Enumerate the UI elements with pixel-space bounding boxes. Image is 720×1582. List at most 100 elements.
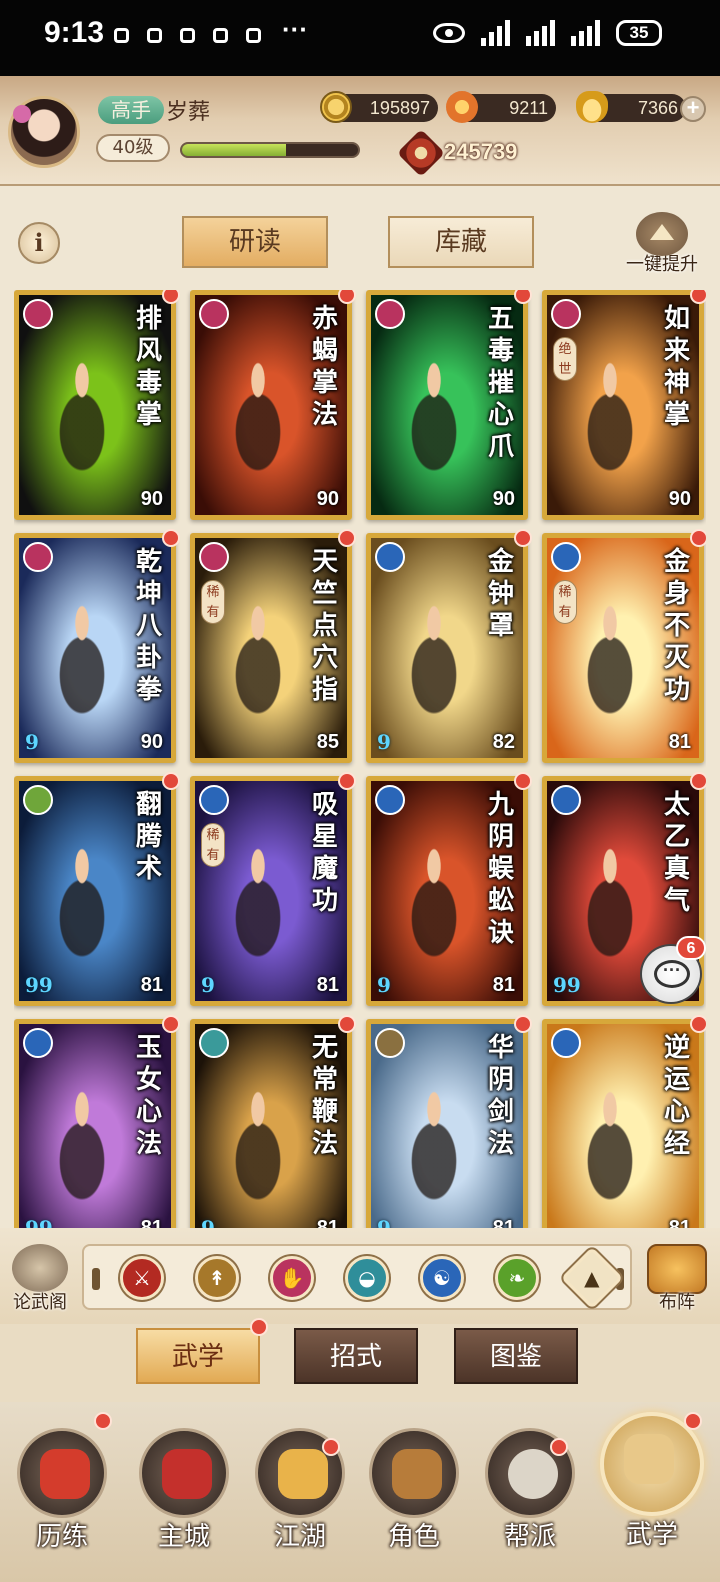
school-badge-icon — [199, 299, 229, 329]
sword-filter-icon[interactable]: ⚔ — [120, 1256, 164, 1300]
martial-art-card[interactable]: 翻腾术 81 99 — [14, 776, 176, 1006]
tab-atlas[interactable]: 图鉴 — [454, 1328, 578, 1384]
martial-art-card[interactable]: 如来神掌 90 绝世 — [542, 290, 704, 520]
xp-bar — [180, 142, 360, 158]
card-notification-dot — [162, 772, 180, 790]
card-title: 太乙真气 — [663, 790, 690, 916]
fan-filter-icon[interactable]: ◒ — [345, 1256, 389, 1300]
card-notification-dot — [690, 529, 706, 547]
quality-mark: 9 — [377, 973, 391, 997]
notification-dot — [94, 1412, 112, 1430]
nav-guild[interactable]: 帮派 — [474, 1412, 586, 1572]
martial-art-card[interactable]: 金钟罩 82 9 — [366, 533, 528, 763]
card-title: 如来神掌 — [663, 304, 690, 430]
avatar[interactable] — [8, 96, 80, 168]
school-badge-icon — [23, 542, 53, 572]
rarity-tag: 稀有 — [201, 823, 225, 867]
spear-filter-icon[interactable]: ↟ — [195, 1256, 239, 1300]
fire-token-counter[interactable]: 9211 — [446, 91, 556, 123]
card-notification-dot — [162, 1015, 180, 1033]
card-title: 乾坤八卦拳 — [135, 547, 162, 705]
fire-token-value: 9211 — [509, 98, 548, 118]
martial-art-card[interactable]: 赤蝎掌法 90 — [190, 290, 352, 520]
player-level: 40级 — [96, 134, 170, 162]
card-level: 81 — [316, 1217, 339, 1228]
martial-arts-grid: 排风毒掌 90 赤蝎掌法 90 五毒摧心爪 90 如来神掌 90 绝世 乾坤八卦拳 90 9 天竺点穴指… — [14, 290, 706, 1228]
card-notification-dot — [514, 290, 532, 304]
school-badge-icon — [551, 1028, 581, 1058]
formation-icon — [647, 1244, 707, 1294]
nav-city[interactable]: 主城 — [128, 1412, 240, 1572]
tab-storage[interactable]: 库藏 — [388, 216, 534, 268]
martial-art-card[interactable]: 华阴剑法 81 9 — [366, 1019, 528, 1228]
nav-martial-label: 武学 — [625, 1520, 678, 1550]
card-level: 81 — [668, 731, 691, 753]
sword-glyph: ⚔ — [133, 1266, 151, 1290]
copper-counter[interactable]: 195897 — [320, 91, 438, 123]
martial-art-card[interactable]: 金身不灭功 81 稀有 — [542, 533, 704, 763]
school-filter-bar: ⚔ ↟ ✋ ◒ ☯ ❧ ▲ — [82, 1244, 632, 1310]
nav-character[interactable]: 角色 — [358, 1412, 470, 1572]
plus-icon[interactable]: + — [680, 96, 706, 122]
card-title: 五毒摧心爪 — [487, 304, 514, 462]
tab-study[interactable]: 研读 — [182, 216, 328, 268]
school-badge-icon — [23, 785, 53, 815]
school-badge-icon — [551, 542, 581, 572]
martial-art-card[interactable]: 九阴蜈蚣诀 81 9 — [366, 776, 528, 1006]
notification-dot — [550, 1438, 568, 1456]
internal-filter-icon[interactable]: ☯ — [420, 1256, 464, 1300]
rarity-tag: 稀有 — [553, 580, 577, 624]
fan-glyph: ◒ — [358, 1266, 376, 1290]
chat-button[interactable]: ··· 6 — [640, 936, 706, 1004]
power-value: 245739 — [444, 138, 518, 164]
card-notification-dot — [690, 772, 706, 790]
all-filter-icon[interactable]: ▲ — [560, 1246, 624, 1310]
player-header: 高手 岁葬 40级 195897 9211 7366 + 245739 — [0, 76, 720, 186]
martial-art-card[interactable]: 排风毒掌 90 — [14, 290, 176, 520]
info-button[interactable]: i — [18, 222, 60, 264]
martial-art-card[interactable]: 五毒摧心爪 90 — [366, 290, 528, 520]
nav-jianghu[interactable]: 江湖 — [244, 1412, 356, 1572]
school-badge-icon — [551, 299, 581, 329]
coin-icon — [320, 91, 352, 123]
martial-art-card[interactable]: 吸星魔功 81 稀有 9 — [190, 776, 352, 1006]
ingot-counter[interactable]: 7366 — [576, 91, 686, 123]
nav-city-label: 主城 — [157, 1522, 210, 1552]
martial-art-card[interactable]: 无常鞭法 81 9 — [190, 1019, 352, 1228]
training-icon — [17, 1428, 107, 1518]
character-figure — [565, 841, 655, 981]
one-click-upgrade-button[interactable]: 一键提升 — [616, 212, 708, 275]
martial-art-card[interactable]: 逆运心经 81 — [542, 1019, 704, 1228]
category-tabs: 武学 招式 图鉴 — [0, 1318, 720, 1402]
martial-art-card[interactable]: 天竺点穴指 85 稀有 — [190, 533, 352, 763]
character-figure — [565, 355, 655, 495]
martial-art-card[interactable]: 乾坤八卦拳 90 9 — [14, 533, 176, 763]
signal-icon — [526, 20, 555, 46]
card-level: 90 — [316, 488, 339, 510]
rank-badge: 高手 — [98, 96, 164, 124]
martial-art-card[interactable]: 玉女心法 81 99 — [14, 1019, 176, 1228]
tab-martial-notification-dot — [250, 1318, 268, 1336]
card-notification-dot — [338, 772, 356, 790]
bottom-navigation: 历练 主城 江湖 角色 帮派 武学 — [0, 1402, 720, 1582]
school-badge-icon — [199, 1028, 229, 1058]
character-icon — [369, 1428, 459, 1518]
card-title: 金钟罩 — [487, 547, 514, 641]
formation-button[interactable]: 布阵 — [640, 1244, 714, 1318]
tab-moves[interactable]: 招式 — [294, 1328, 418, 1384]
card-title: 排风毒掌 — [135, 304, 162, 430]
card-level: 81 — [140, 974, 163, 996]
card-level: 81 — [668, 1217, 691, 1228]
wifi-icon — [481, 20, 510, 46]
tab-martial[interactable]: 武学 — [136, 1328, 260, 1384]
card-title: 玉女心法 — [135, 1033, 162, 1159]
signal-icon-2 — [571, 20, 600, 46]
discuss-pavilion-button[interactable]: 论武阁 — [4, 1244, 76, 1318]
nav-training[interactable]: 历练 — [6, 1412, 118, 1572]
school-badge-icon — [23, 1028, 53, 1058]
palm-filter-icon[interactable]: ✋ — [270, 1256, 314, 1300]
scroll-icon — [12, 1244, 68, 1292]
nav-martial[interactable]: 武学 — [596, 1412, 708, 1572]
agility-filter-icon[interactable]: ❧ — [495, 1256, 539, 1300]
ingot-value: 7366 — [637, 98, 678, 118]
